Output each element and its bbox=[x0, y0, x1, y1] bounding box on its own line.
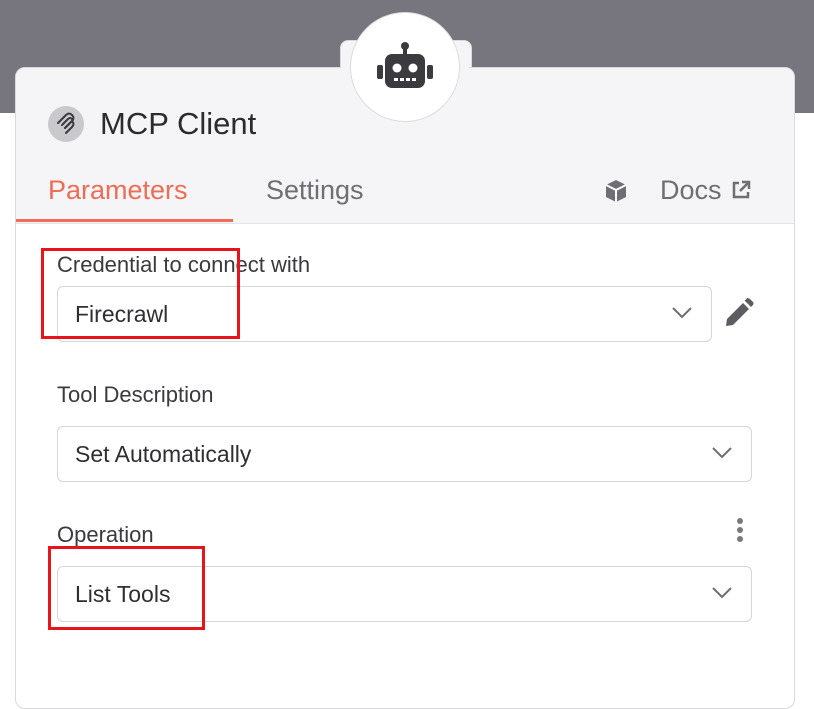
mcp-logo-icon bbox=[48, 106, 84, 142]
external-link-icon bbox=[732, 180, 750, 199]
highlight-credential bbox=[41, 248, 240, 339]
tabs-divider bbox=[16, 223, 794, 224]
tab-settings[interactable]: Settings bbox=[266, 172, 364, 208]
tab-parameters[interactable]: Parameters bbox=[48, 172, 188, 208]
chevron-down-icon bbox=[672, 307, 692, 319]
chevron-down-icon bbox=[712, 447, 732, 459]
chevron-down-icon bbox=[712, 587, 732, 599]
docs-label: Docs bbox=[660, 174, 722, 205]
robot-icon bbox=[377, 42, 433, 88]
node-icon-badge bbox=[350, 12, 460, 122]
node-title-row: MCP Client bbox=[48, 104, 256, 144]
highlight-operation bbox=[48, 546, 205, 630]
tool-description-value: Set Automatically bbox=[75, 440, 252, 467]
operation-label: Operation bbox=[57, 522, 154, 547]
package-cube-icon[interactable] bbox=[603, 178, 629, 209]
pencil-icon[interactable] bbox=[722, 297, 754, 335]
more-vertical-icon[interactable] bbox=[735, 517, 745, 550]
node-title: MCP Client bbox=[100, 106, 257, 141]
tool-description-select[interactable]: Set Automatically bbox=[57, 426, 752, 482]
tool-description-label: Tool Description bbox=[57, 382, 214, 407]
active-tab-indicator bbox=[16, 219, 233, 222]
docs-link[interactable]: Docs bbox=[660, 172, 752, 208]
